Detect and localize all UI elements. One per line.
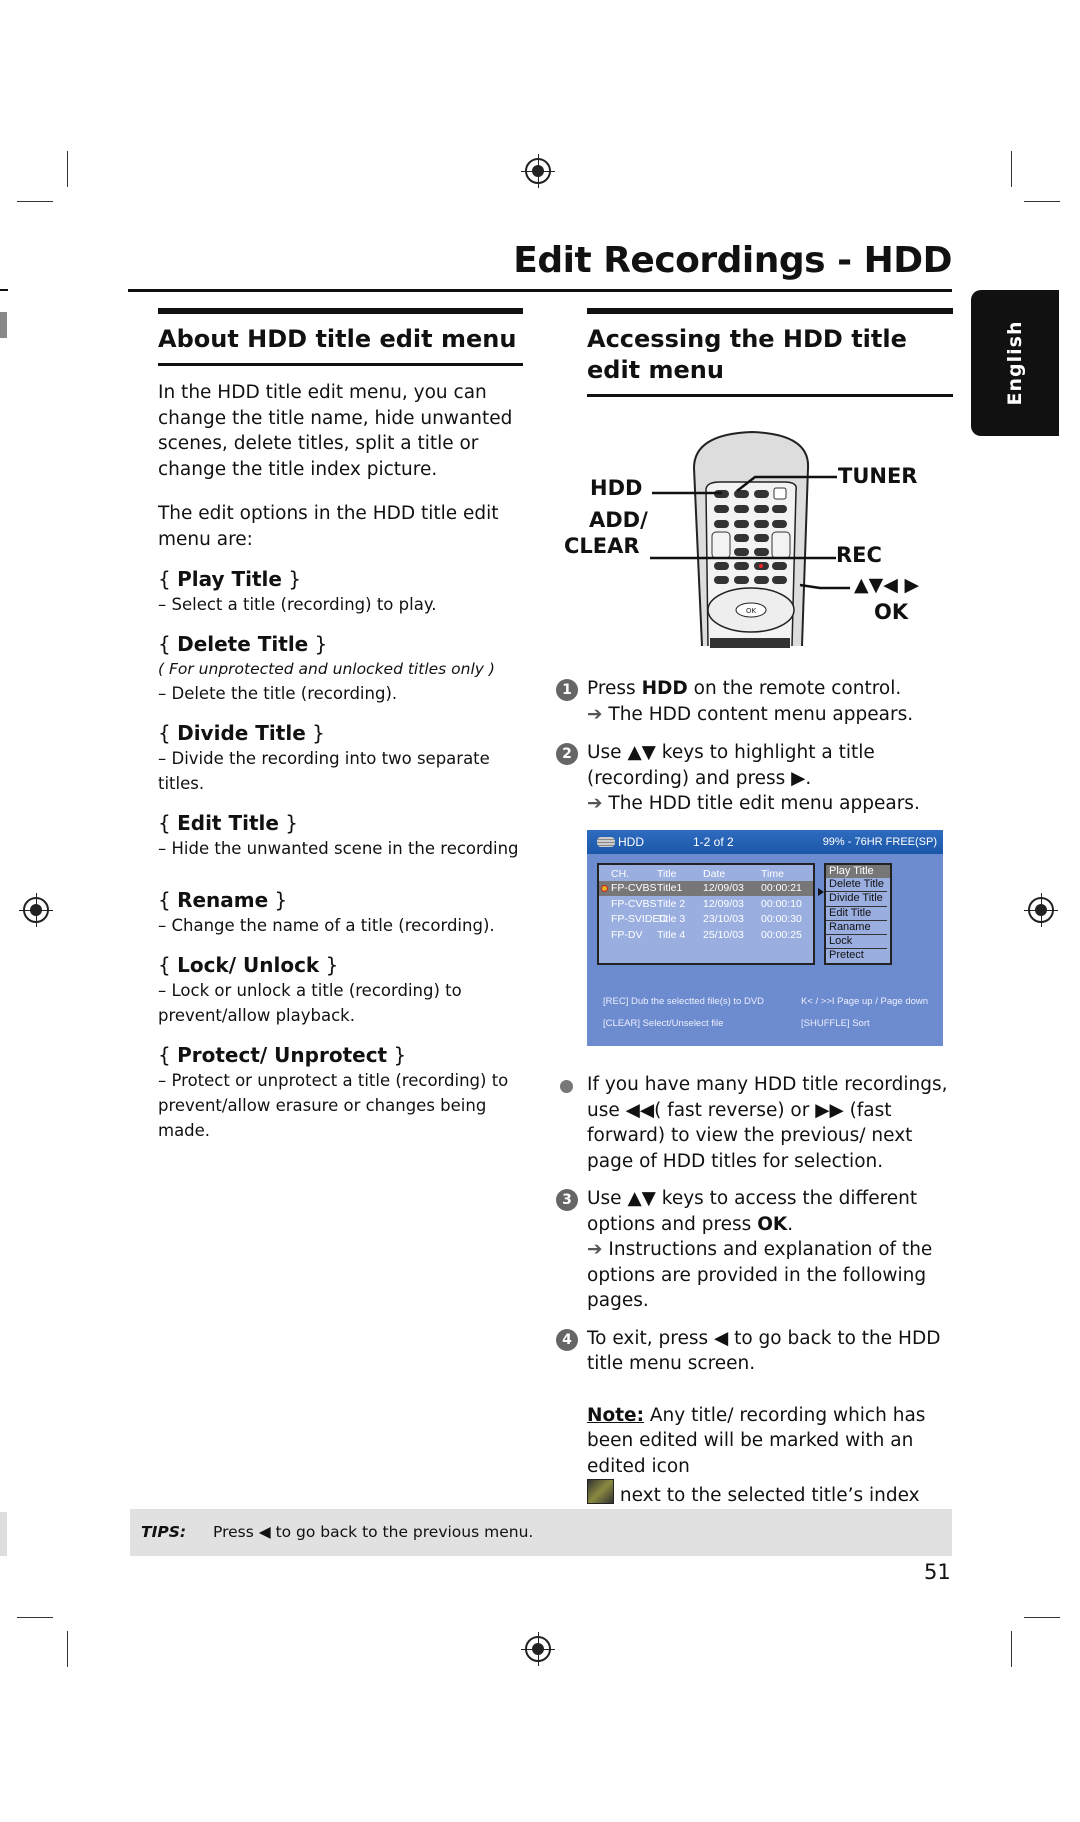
page-number: 51: [924, 1560, 951, 1584]
registration-mark-icon: [521, 154, 555, 188]
table-header: CH. Title Date Time: [611, 868, 784, 880]
screen-footer-hint: K< / >>I Page up / Page down: [801, 996, 929, 1007]
option-description: – Divide the recording into two separate…: [158, 749, 490, 793]
step-number: 2: [556, 743, 578, 765]
edge-mark: [0, 289, 8, 291]
option-heading: { Lock/ Unlock }: [158, 953, 339, 977]
edge-mark: [0, 312, 7, 338]
result-arrow-icon: ➔: [587, 1239, 603, 1260]
heading-bar: [587, 308, 953, 314]
remote-label-ok: OK: [874, 600, 909, 624]
step-1: 1 Press HDD on the remote control. ➔ The…: [556, 676, 956, 727]
remote-label-clear: CLEAR: [564, 534, 640, 558]
result-arrow-icon: ➔: [587, 793, 603, 814]
bullet-icon: [560, 1080, 573, 1093]
option-heading: { Play Title }: [158, 567, 302, 591]
registration-mark-icon: [1024, 893, 1058, 927]
step-number: 1: [556, 679, 578, 701]
crop-mark: [67, 1631, 68, 1667]
step-4: 4 To exit, press ◀ to go back to the HDD…: [556, 1326, 956, 1377]
language-tab-label: English: [1004, 320, 1026, 406]
option-description: – Select a title (recording) to play.: [158, 595, 437, 614]
crop-mark: [1024, 201, 1060, 202]
option-heading: { Divide Title }: [158, 721, 325, 745]
screen-footer-hint: [CLEAR] Select/Unselect file: [603, 1018, 724, 1029]
crop-mark: [1024, 1617, 1060, 1618]
option-description: – Delete the title (recording).: [158, 684, 398, 703]
table-row[interactable]: FP-SVIDEO Title 3 23/10/03 00:00:30: [599, 912, 813, 927]
intro-paragraph: In the HDD title edit menu, you can chan…: [158, 382, 513, 480]
section-heading: About HDD title edit menu: [158, 325, 517, 353]
edit-menu-item[interactable]: Pretect: [826, 949, 887, 962]
registration-mark-icon: [521, 1632, 555, 1666]
steps-bottom: If you have many HDD title recordings, u…: [556, 1060, 956, 1534]
crop-mark: [67, 151, 68, 187]
remote-label-add: ADD/: [589, 508, 648, 532]
step-3: 3 Use ▲▼ keys to access the different op…: [556, 1186, 956, 1314]
option-note: ( For unprotected and unlocked titles on…: [158, 660, 495, 678]
options-list: { Play Title } – Select a title (recordin…: [158, 566, 523, 1143]
tips-text: Press ◀ to go back to the previous menu.: [213, 1523, 534, 1541]
remote-label-arrows: ▲▼◀ ▶: [854, 574, 920, 596]
svg-text:OK: OK: [746, 607, 757, 615]
remote-label-tuner: TUNER: [838, 464, 918, 488]
step-number: 4: [556, 1328, 578, 1351]
crop-mark: [1011, 1631, 1012, 1667]
remote-label-rec: REC: [836, 543, 882, 567]
step-2: 2 Use ▲▼ keys to highlight a title (reco…: [556, 740, 956, 817]
option-description: – Hide the unwanted scene in the recordi…: [158, 839, 519, 858]
option-heading: { Rename }: [158, 888, 288, 912]
tips-bar: TIPS: Press ◀ to go back to the previous…: [130, 1509, 952, 1556]
bullet-tip: If you have many HDD title recordings, u…: [556, 1072, 956, 1174]
edit-menu-item[interactable]: Lock: [826, 935, 887, 950]
edited-icon: [587, 1479, 614, 1504]
edit-menu: Play Title Delete Title Divide Title Edit T…: [824, 863, 892, 965]
title-rule: [128, 289, 952, 292]
edge-mark: [0, 1512, 7, 1556]
title-list: CH. Title Date Time FP-CVBS Title1 12/09/03 00:…: [597, 863, 815, 965]
heading-underline: [158, 363, 523, 366]
crop-mark: [1011, 151, 1012, 187]
language-tab: English: [971, 290, 1059, 436]
option-heading: { Edit Title }: [158, 811, 299, 835]
edited-icon: [601, 885, 608, 892]
edit-menu-item[interactable]: Divide Title: [826, 892, 887, 907]
registration-mark-icon: [19, 893, 53, 927]
table-row[interactable]: FP-CVBS Title1 12/09/03 00:00:21: [599, 881, 813, 896]
edit-menu-item[interactable]: Delete Title: [826, 878, 887, 893]
screen-footer-hint: [SHUFFLE] Sort: [801, 1018, 870, 1029]
crop-mark: [17, 1617, 53, 1618]
option-description: – Lock or unlock a title (recording) to …: [158, 981, 462, 1025]
page-title: Edit Recordings - HDD: [513, 240, 952, 281]
remote-label-hdd: HDD: [590, 476, 643, 500]
heading-underline: [587, 394, 953, 397]
right-column: Accessing the HDD title edit menu: [587, 308, 953, 397]
step-number: 3: [556, 1189, 578, 1211]
section-heading: Accessing the HDD title edit menu: [587, 325, 907, 384]
table-row[interactable]: FP-CVBS Title 2 12/09/03 00:00:10: [599, 897, 813, 912]
option-heading: { Protect/ Unprotect }: [158, 1043, 407, 1067]
result-arrow-icon: ➔: [587, 703, 603, 725]
steps-top: 1 Press HDD on the remote control. ➔ The…: [556, 664, 956, 817]
screen-header: HDD 1-2 of 2 99% - 76HR FREE(SP): [587, 830, 943, 854]
edit-menu-item[interactable]: Raname: [826, 921, 887, 936]
option-description: – Change the name of a title (recording)…: [158, 916, 495, 935]
left-column: About HDD title edit menu In the HDD tit…: [158, 308, 523, 1143]
edit-menu-item[interactable]: Play Title: [826, 865, 890, 879]
option-description: – Protect or unprotect a title (recordin…: [158, 1071, 509, 1140]
table-row[interactable]: FP-DV Title 4 25/10/03 00:00:25: [599, 928, 813, 943]
heading-bar: [158, 308, 523, 314]
edit-menu-item[interactable]: Edit Title: [826, 907, 887, 921]
option-heading: { Delete Title }: [158, 632, 328, 656]
hdd-disk-icon: [597, 837, 615, 847]
intro-paragraph: The edit options in the HDD title edit m…: [158, 503, 499, 550]
crop-mark: [17, 201, 53, 202]
tips-label: TIPS:: [141, 1523, 187, 1541]
screen-footer-hint: [REC] Dub the selectted file(s) to DVD: [603, 996, 765, 1007]
hdd-title-edit-screen: HDD 1-2 of 2 99% - 76HR FREE(SP) CH. Titl…: [587, 830, 943, 1046]
